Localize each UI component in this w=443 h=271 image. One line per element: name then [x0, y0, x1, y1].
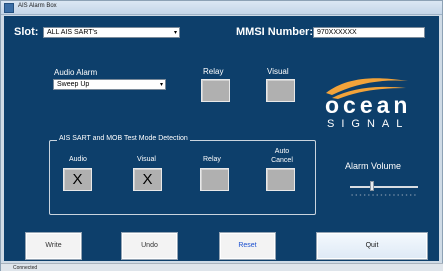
alarm-volume-slider[interactable]	[350, 186, 418, 188]
test-relay-toggle[interactable]	[200, 168, 229, 191]
window-title: AIS Alarm Box	[18, 3, 57, 9]
slot-label: Slot:	[14, 26, 39, 38]
mmsi-input[interactable]: 970XXXXXX	[313, 27, 425, 38]
visual-toggle[interactable]	[266, 79, 295, 102]
test-visual-toggle[interactable]: X	[133, 168, 162, 191]
app-window: AIS Alarm Box Slot: ALL AIS SART's ▾ MMS…	[0, 0, 443, 271]
alarm-volume-label: Alarm Volume	[345, 161, 402, 171]
audio-alarm-label: Audio Alarm	[54, 68, 98, 77]
slot-select-value: ALL AIS SART's	[47, 29, 98, 36]
logo-word: ocean	[325, 92, 412, 118]
slot-select[interactable]: ALL AIS SART's ▾	[43, 27, 180, 38]
audio-alarm-value: Sweep Up	[57, 81, 90, 88]
reset-button[interactable]: Reset	[220, 233, 275, 259]
main-panel: Slot: ALL AIS SART's ▾ MMSI Number: 970X…	[4, 16, 439, 261]
status-bar: Connected	[1, 263, 443, 271]
mmsi-label: MMSI Number:	[236, 26, 313, 38]
test-audio-label: Audio	[69, 156, 87, 163]
undo-button[interactable]: Undo	[122, 233, 177, 259]
write-button[interactable]: Write	[26, 233, 81, 259]
test-visual-label: Visual	[137, 156, 156, 163]
test-audio-toggle[interactable]: X	[63, 168, 92, 191]
quit-button[interactable]: Quit	[317, 233, 427, 259]
alarm-volume-ticks	[350, 194, 418, 196]
dropdown-arrow-icon: ▾	[159, 82, 163, 88]
title-bar: AIS Alarm Box	[1, 1, 442, 15]
test-auto-cancel-label: Auto Cancel	[271, 148, 293, 164]
test-mode-title: AIS SART and MOB Test Mode Detection	[57, 135, 190, 142]
dropdown-arrow-icon: ▾	[173, 30, 177, 36]
visual-label: Visual	[267, 67, 289, 76]
logo-sub: SIGNAL	[327, 118, 410, 130]
test-auto-cancel-toggle[interactable]	[266, 168, 295, 191]
audio-alarm-select[interactable]: Sweep Up ▾	[53, 79, 166, 90]
test-relay-label: Relay	[203, 156, 221, 163]
alarm-volume-slider-thumb[interactable]	[370, 181, 375, 191]
relay-label: Relay	[203, 67, 224, 76]
status-text: Connected	[13, 265, 38, 271]
relay-toggle[interactable]	[201, 79, 230, 102]
app-icon	[4, 3, 14, 13]
